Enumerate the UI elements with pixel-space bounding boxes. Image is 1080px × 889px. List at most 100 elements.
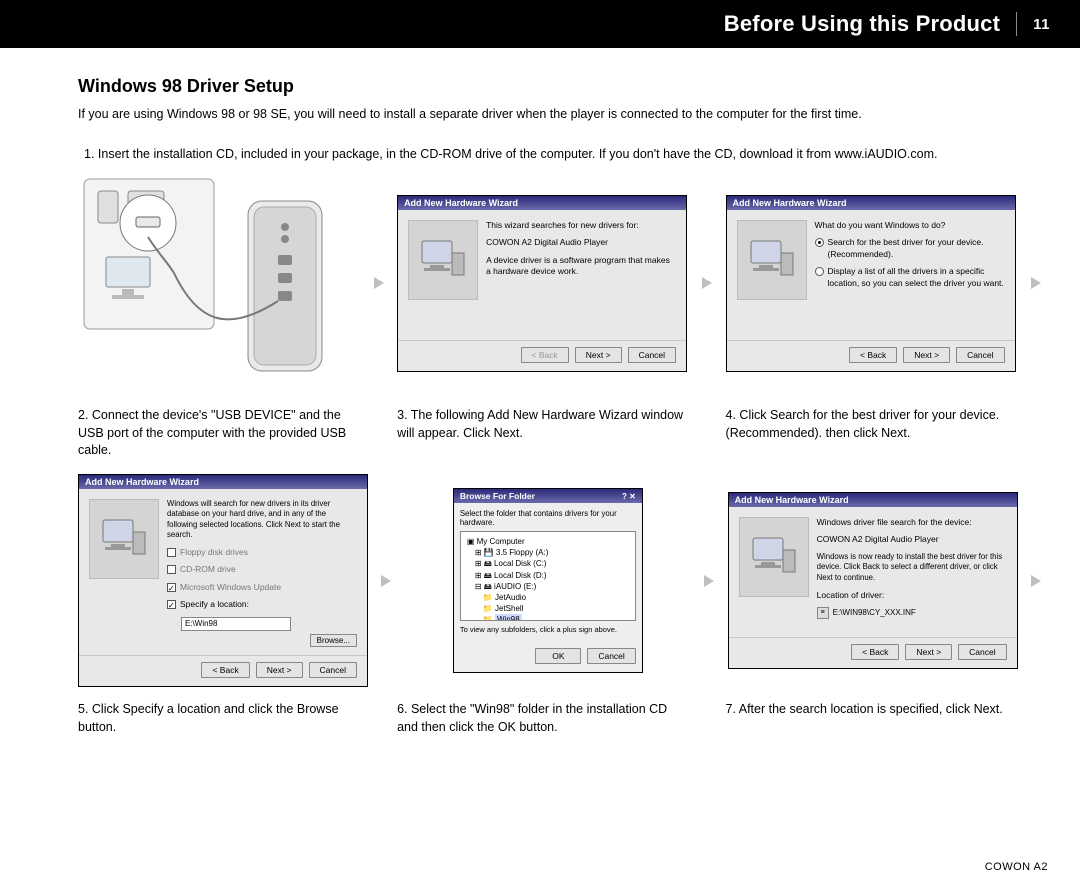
radio-display-list[interactable]: Display a list of all the drivers in a s… — [815, 266, 1005, 289]
cancel-button[interactable]: Cancel — [628, 347, 676, 363]
wizard-computer-icon — [739, 517, 809, 597]
bff-title: Browse For Folder ? ✕ — [454, 489, 642, 503]
tree-c: Local Disk (C:) — [494, 559, 546, 568]
arrow-right-icon — [368, 272, 389, 294]
wizard7-line1: Windows driver file search for the devic… — [817, 517, 1007, 528]
arrow-right-icon — [1026, 570, 1046, 592]
next-button[interactable]: Next > — [903, 347, 950, 363]
next-button[interactable]: Next > — [575, 347, 622, 363]
caption-step-5: 5. Click Specify a location and click th… — [78, 701, 360, 736]
cancel-button[interactable]: Cancel — [587, 648, 635, 664]
arrow-right-icon — [376, 570, 396, 592]
next-button[interactable]: Next > — [256, 662, 303, 678]
captions-row-2: 5. Click Specify a location and click th… — [78, 695, 1046, 736]
wizard4-prompt: What do you want Windows to do? — [815, 220, 1005, 231]
wizard-text: What do you want Windows to do? Search f… — [815, 220, 1005, 332]
folder-tree[interactable]: ▣ My Computer ⊞ 💾 3.5 Floppy (A:) ⊞ 🖴 Lo… — [460, 531, 636, 621]
wizard-title: Add New Hardware Wizard — [398, 196, 686, 210]
tree-e: iAUDIO (E:) — [494, 582, 536, 591]
caption-step-3: 3. The following Add New Hardware Wizard… — [397, 407, 689, 442]
cancel-button[interactable]: Cancel — [309, 662, 357, 678]
caption-step-4: 4. Click Search for the best driver for … — [726, 407, 1018, 442]
cancel-button[interactable]: Cancel — [958, 644, 1006, 660]
section-title: Windows 98 Driver Setup — [78, 76, 1046, 97]
browse-folder-dialog: Browse For Folder ? ✕ Select the folder … — [453, 488, 643, 673]
page-footer: COWON A2 — [985, 861, 1048, 873]
page-content: Windows 98 Driver Setup If you are using… — [0, 48, 1080, 736]
usb-connection-illustration — [78, 173, 360, 393]
inf-file-icon: ≡ — [817, 607, 829, 619]
captions-row-1: 2. Connect the device's "USB DEVICE" and… — [78, 401, 1046, 460]
wizard-title: Add New Hardware Wizard — [727, 196, 1015, 210]
wizard-dialog: Add New Hardware Wizard Windows will sea… — [78, 474, 368, 688]
wizard-step-3: Add New Hardware Wizard This wizard sear… — [397, 195, 689, 372]
wizard3-line1: This wizard searches for new drivers for… — [486, 220, 676, 231]
check-label: CD-ROM drive — [180, 564, 236, 575]
wizard-computer-icon — [408, 220, 478, 300]
browse-for-folder-step-6: Browse For Folder ? ✕ Select the folder … — [404, 488, 691, 673]
header-page-number: 11 — [1033, 16, 1050, 33]
check-floppy[interactable]: Floppy disk drives — [167, 547, 357, 558]
tree-jetshell: JetShell — [495, 604, 523, 613]
manual-page: Before Using this Product 11 Windows 98 … — [0, 0, 1080, 889]
step-1: 1. Insert the installation CD, included … — [84, 145, 1046, 163]
arrow-right-icon — [699, 570, 719, 592]
cancel-button[interactable]: Cancel — [956, 347, 1004, 363]
wizard3-line3: A device driver is a software program th… — [486, 255, 676, 278]
wizard-title: Add New Hardware Wizard — [79, 475, 367, 489]
bff-instruction: Select the folder that contains drivers … — [460, 509, 636, 527]
wizard-title: Add New Hardware Wizard — [729, 493, 1017, 507]
back-button[interactable]: < Back — [201, 662, 249, 678]
usb-illustration-svg — [78, 173, 338, 393]
section-intro: If you are using Windows 98 or 98 SE, yo… — [78, 105, 1046, 123]
wizard-computer-icon — [737, 220, 807, 300]
check-label: Microsoft Windows Update — [180, 582, 281, 593]
checkbox-icon — [167, 600, 176, 609]
driver-path: ≡ E:\WIN98\CY_XXX.INF — [817, 607, 1007, 619]
next-button[interactable]: Next > — [905, 644, 952, 660]
ok-button[interactable]: OK — [535, 648, 581, 664]
tree-win98-selected: Win98 — [495, 614, 522, 621]
row-2: Add New Hardware Wizard Windows will sea… — [78, 474, 1046, 688]
back-button[interactable]: < Back — [849, 347, 897, 363]
radio-icon — [815, 267, 824, 276]
radio-search-best[interactable]: Search for the best driver for your devi… — [815, 237, 1005, 260]
page-header: Before Using this Product 11 — [0, 0, 1080, 48]
checkbox-icon — [167, 583, 176, 592]
wizard7-loc-label: Location of driver: — [817, 590, 1007, 601]
radio-label: Display a list of all the drivers in a s… — [828, 266, 1005, 289]
wizard-step-7: Add New Hardware Wizard Windows driver f… — [728, 492, 1018, 669]
caption-step-2: 2. Connect the device's "USB DEVICE" and… — [78, 407, 360, 460]
wizard7-line3: Windows is now ready to install the best… — [817, 552, 1007, 584]
check-specify-location[interactable]: Specify a location: — [167, 599, 357, 610]
back-button[interactable]: < Back — [521, 347, 569, 363]
bff-title-text: Browse For Folder — [460, 491, 535, 501]
row-1: Add New Hardware Wizard This wizard sear… — [78, 173, 1046, 393]
tree-floppy: 3.5 Floppy (A:) — [496, 548, 548, 557]
caption-step-6: 6. Select the "Win98" folder in the inst… — [397, 701, 689, 736]
radio-icon — [815, 238, 824, 247]
back-button[interactable]: < Back — [851, 644, 899, 660]
check-label: Floppy disk drives — [180, 547, 248, 558]
wizard-step-4: Add New Hardware Wizard What do you want… — [726, 195, 1018, 372]
tree-my-computer: My Computer — [477, 537, 525, 546]
driver-path-text: E:\WIN98\CY_XXX.INF — [833, 608, 916, 619]
check-update[interactable]: Microsoft Windows Update — [167, 582, 357, 593]
wizard7-device: COWON A2 Digital Audio Player — [817, 534, 1007, 545]
wizard-step-5: Add New Hardware Wizard Windows will sea… — [78, 474, 368, 688]
tree-d: Local Disk (D:) — [494, 571, 546, 580]
wizard-dialog: Add New Hardware Wizard This wizard sear… — [397, 195, 687, 372]
wizard-dialog: Add New Hardware Wizard What do you want… — [726, 195, 1016, 372]
wizard3-device: COWON A2 Digital Audio Player — [486, 237, 676, 248]
arrow-right-icon — [1025, 272, 1046, 294]
checkbox-icon — [167, 548, 176, 557]
browse-button[interactable]: Browse... — [310, 634, 357, 647]
wizard-text: This wizard searches for new drivers for… — [486, 220, 676, 332]
wizard-text: Windows will search for new drivers in i… — [167, 499, 357, 648]
wizard-dialog: Add New Hardware Wizard Windows driver f… — [728, 492, 1018, 669]
checkbox-icon — [167, 565, 176, 574]
check-cdrom[interactable]: CD-ROM drive — [167, 564, 357, 575]
location-field[interactable]: E:\Win98 — [181, 617, 291, 632]
caption-step-7: 7. After the search location is specifie… — [726, 701, 1018, 719]
close-icon[interactable]: ? ✕ — [622, 492, 636, 501]
